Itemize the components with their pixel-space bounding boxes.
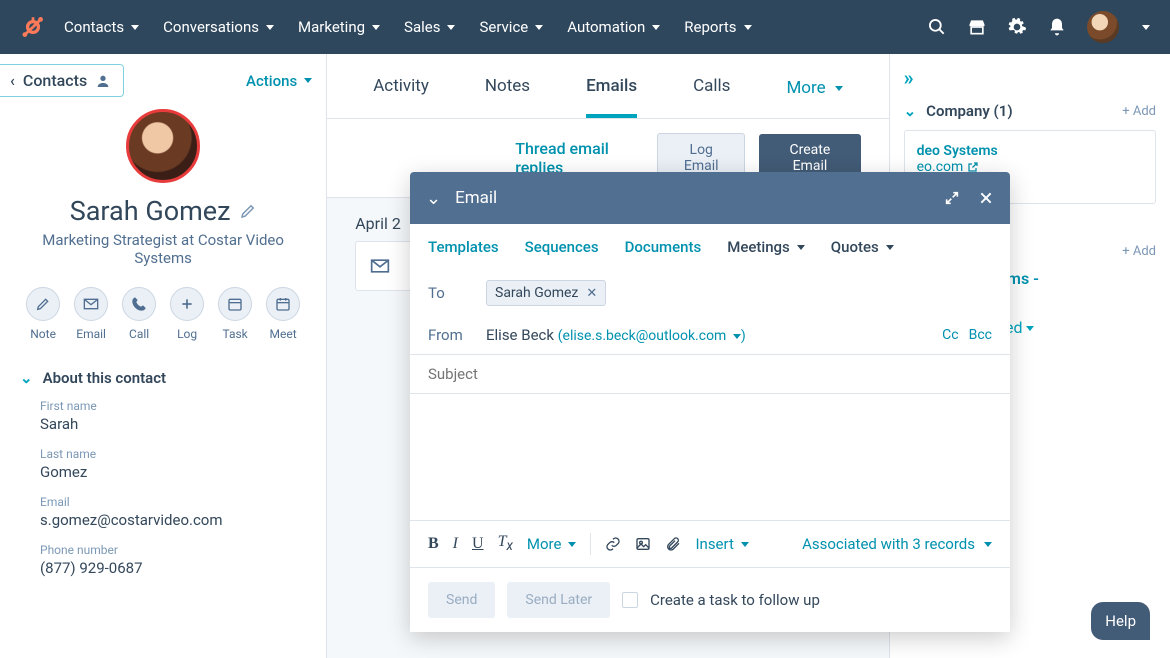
- tab-emails[interactable]: Emails: [586, 76, 637, 118]
- from-label: From: [428, 326, 472, 344]
- top-nav: Contacts Conversations Marketing Sales S…: [0, 0, 1170, 54]
- search-icon[interactable]: [927, 17, 947, 37]
- compose-quotes[interactable]: Quotes: [831, 238, 894, 256]
- compose-header[interactable]: ⌄ Email: [410, 172, 1010, 224]
- marketplace-icon[interactable]: [967, 17, 987, 37]
- company-section-header[interactable]: ⌄ Company (1) + Add: [904, 102, 1156, 120]
- to-label: To: [428, 284, 472, 302]
- nav-reports[interactable]: Reports: [684, 18, 751, 36]
- nav-service[interactable]: Service: [479, 18, 543, 36]
- remove-recipient-icon[interactable]: ✕: [586, 286, 597, 301]
- actions-menu[interactable]: Actions: [246, 72, 312, 90]
- back-to-contacts[interactable]: ‹ Contacts: [0, 64, 124, 97]
- follow-up-checkbox[interactable]: [622, 592, 638, 608]
- action-task[interactable]: Task: [218, 287, 252, 341]
- contact-sidebar: ‹ Contacts Actions Sarah Gomez Marketing…: [0, 54, 327, 658]
- field-first-name[interactable]: First nameSarah: [40, 399, 286, 433]
- nav-sales[interactable]: Sales: [404, 18, 455, 36]
- help-button[interactable]: Help: [1091, 602, 1150, 640]
- image-icon[interactable]: [635, 536, 651, 552]
- tab-more[interactable]: More: [786, 76, 842, 118]
- tab-activity[interactable]: Activity: [373, 76, 429, 118]
- gear-icon[interactable]: [1007, 17, 1027, 37]
- tab-calls[interactable]: Calls: [693, 76, 730, 118]
- person-icon: [95, 73, 111, 89]
- contact-name: Sarah Gomez: [70, 195, 257, 227]
- from-selector[interactable]: Elise Beck (elise.s.beck@outlook.com ): [486, 326, 746, 344]
- send-button[interactable]: Send: [428, 582, 495, 618]
- send-later-button[interactable]: Send Later: [507, 582, 610, 618]
- user-avatar[interactable]: [1087, 11, 1119, 43]
- chevron-left-icon: ‹: [10, 71, 15, 90]
- clear-format-icon[interactable]: Tx: [498, 533, 513, 554]
- edit-icon[interactable]: [239, 202, 257, 220]
- close-icon[interactable]: [978, 190, 994, 206]
- back-label: Contacts: [23, 71, 87, 90]
- follow-up-label: Create a task to follow up: [650, 591, 820, 609]
- action-note[interactable]: Note: [26, 287, 60, 341]
- add-company-link[interactable]: + Add: [1122, 104, 1156, 119]
- action-log[interactable]: Log: [170, 287, 204, 341]
- chevron-down-icon: ⌄: [904, 102, 917, 120]
- chevron-down-icon: ⌄: [20, 369, 33, 387]
- compose-documents[interactable]: Documents: [625, 238, 702, 256]
- attachment-icon[interactable]: [665, 536, 681, 552]
- compose-title: Email: [455, 188, 497, 208]
- bold-icon[interactable]: B: [428, 535, 439, 553]
- expand-icon[interactable]: [944, 190, 960, 206]
- contact-avatar[interactable]: [126, 109, 200, 183]
- compose-email-modal: ⌄ Email Templates Sequences Documents Me…: [410, 172, 1010, 632]
- collapse-right-icon[interactable]: »: [904, 66, 1156, 90]
- compose-sequences[interactable]: Sequences: [525, 238, 599, 256]
- chevron-down-icon[interactable]: ⌄: [426, 188, 441, 209]
- compose-templates[interactable]: Templates: [428, 238, 499, 256]
- italic-icon[interactable]: I: [453, 535, 458, 553]
- bcc-link[interactable]: Bcc: [969, 327, 992, 343]
- link-icon[interactable]: [605, 536, 621, 552]
- user-menu-caret[interactable]: [1139, 21, 1150, 34]
- associated-records[interactable]: Associated with 3 records: [802, 535, 992, 553]
- nav-marketing[interactable]: Marketing: [298, 18, 380, 36]
- field-phone[interactable]: Phone number(877) 929-0687: [40, 543, 286, 577]
- subject-input[interactable]: [428, 365, 992, 383]
- nav-conversations[interactable]: Conversations: [163, 18, 274, 36]
- underline-icon[interactable]: U: [472, 535, 484, 553]
- toolbar-insert[interactable]: Insert: [695, 535, 748, 553]
- tab-notes[interactable]: Notes: [485, 76, 530, 118]
- action-email[interactable]: Email: [74, 287, 108, 341]
- action-call[interactable]: Call: [122, 287, 156, 341]
- action-meet[interactable]: Meet: [266, 287, 300, 341]
- email-body[interactable]: [410, 394, 1010, 520]
- toolbar-more[interactable]: More: [527, 535, 577, 553]
- add-deal-link[interactable]: + Add: [1122, 244, 1156, 259]
- nav-menu: Contacts Conversations Marketing Sales S…: [64, 18, 752, 36]
- envelope-icon: [370, 256, 390, 276]
- cc-link[interactable]: Cc: [942, 327, 958, 343]
- nav-automation[interactable]: Automation: [567, 18, 660, 36]
- contact-subtitle: Marketing Strategist at Costar Video Sys…: [20, 231, 306, 267]
- bell-icon[interactable]: [1047, 17, 1067, 37]
- about-section-toggle[interactable]: ⌄ About this contact: [0, 357, 326, 399]
- recipient-chip[interactable]: Sarah Gomez✕: [486, 280, 606, 306]
- nav-contacts[interactable]: Contacts: [64, 18, 139, 36]
- hubspot-logo: [20, 14, 46, 40]
- compose-meetings[interactable]: Meetings: [727, 238, 805, 256]
- field-email[interactable]: Emails.gomez@costarvideo.com: [40, 495, 286, 529]
- field-last-name[interactable]: Last nameGomez: [40, 447, 286, 481]
